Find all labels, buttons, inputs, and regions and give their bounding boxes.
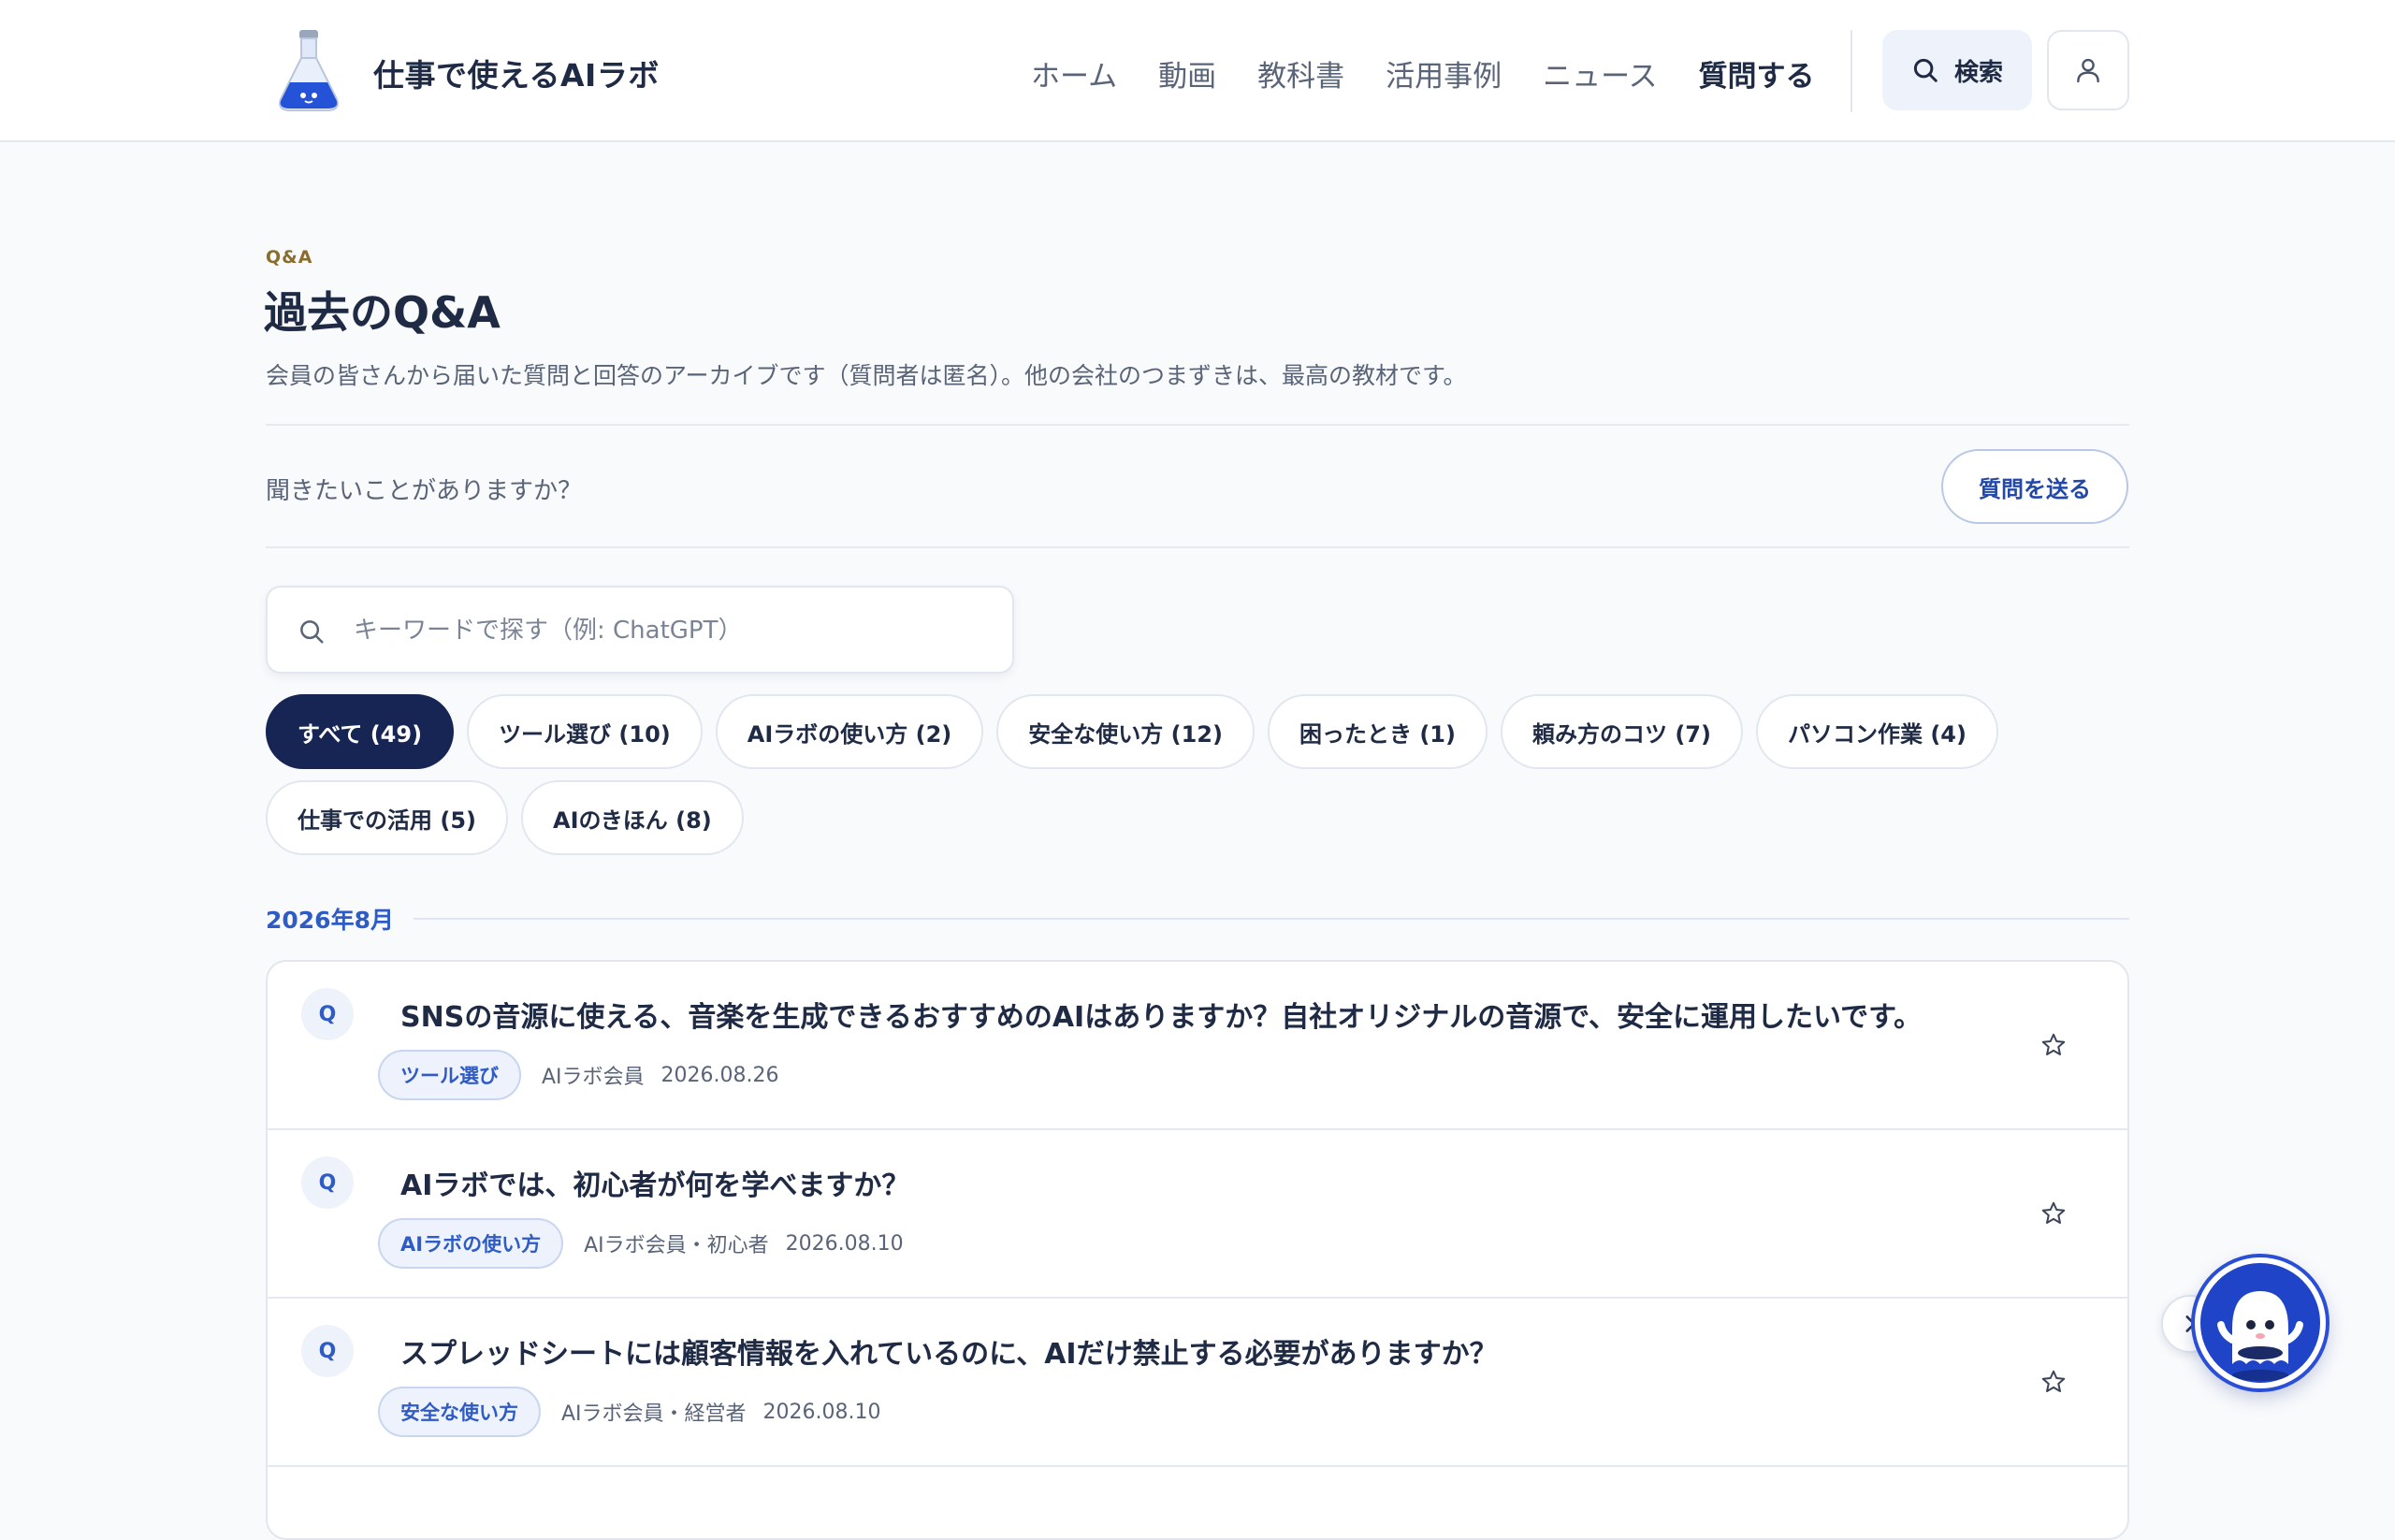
question-badge: Q bbox=[301, 1156, 354, 1209]
filter-prompt-tips[interactable]: 頼み方のコツ (7) bbox=[1500, 694, 1743, 769]
list-item[interactable]: Q スプレッドシートには顧客情報を入れているのに、AIだけ禁止する必要があります… bbox=[268, 1299, 2127, 1467]
filter-ai-lab-usage[interactable]: AIラボの使い方 (2) bbox=[715, 694, 984, 769]
list-item[interactable]: Q AIラボでは、初心者が何を学べますか？ AIラボの使い方 AIラボ会員・初心… bbox=[268, 1130, 2127, 1299]
header-divider bbox=[1851, 30, 1852, 112]
nav-news[interactable]: ニュース bbox=[1543, 52, 1657, 94]
question-date: 2026.08.10 bbox=[785, 1231, 904, 1256]
star-icon[interactable] bbox=[2039, 1199, 2068, 1228]
filter-ai-basics[interactable]: AIのきほん (8) bbox=[521, 780, 744, 855]
divider bbox=[266, 424, 2129, 426]
main-nav: ホーム 動画 教科書 活用事例 ニュース 質問する bbox=[1031, 52, 1815, 94]
user-icon bbox=[2077, 58, 2099, 83]
search-icon bbox=[1913, 58, 1938, 82]
question-tag[interactable]: 安全な使い方 bbox=[378, 1387, 541, 1437]
category-filters: すべて (49) ツール選び (10) AIラボの使い方 (2) 安全な使い方 … bbox=[266, 694, 2137, 855]
header-search-button[interactable]: 検索 bbox=[1882, 30, 2032, 110]
question-author: AIラボ会員・初心者 bbox=[584, 1234, 769, 1257]
page-description: 会員の皆さんから届いた質問と回答のアーカイブです（質問者は匿名）。他の会社のつま… bbox=[266, 362, 1467, 389]
nav-cases[interactable]: 活用事例 bbox=[1386, 52, 1502, 94]
account-button[interactable] bbox=[2047, 30, 2129, 110]
question-title[interactable]: スプレッドシートには顧客情報を入れているのに、AIだけ禁止する必要がありますか？ bbox=[400, 1330, 1498, 1372]
question-list: Q SNSの音源に使える、音楽を生成できるおすすめのAIはありますか？自社オリジ… bbox=[266, 960, 2129, 1540]
question-meta: 安全な使い方 AIラボ会員・経営者 2026.08.10 bbox=[378, 1387, 881, 1437]
section-eyebrow: Q&A bbox=[266, 247, 313, 268]
ghost-mascot-icon bbox=[2217, 1291, 2303, 1381]
nav-ask[interactable]: 質問する bbox=[1699, 52, 1815, 94]
star-icon[interactable] bbox=[2039, 1368, 2068, 1396]
question-tag[interactable]: ツール選び bbox=[378, 1050, 521, 1100]
site-header: 仕事で使えるAIラボ ホーム 動画 教科書 活用事例 ニュース 質問する 検索 bbox=[0, 0, 2395, 142]
filter-safe-usage[interactable]: 安全な使い方 (12) bbox=[996, 694, 1255, 769]
filter-troubleshooting[interactable]: 困ったとき (1) bbox=[1267, 694, 1488, 769]
question-meta: ツール選び AIラボ会員 2026.08.26 bbox=[378, 1050, 779, 1100]
nav-home[interactable]: ホーム bbox=[1031, 52, 1117, 94]
question-date: 2026.08.26 bbox=[660, 1063, 779, 1087]
question-meta: AIラボの使い方 AIラボ会員・初心者 2026.08.10 bbox=[378, 1218, 904, 1269]
keyword-search-input[interactable] bbox=[352, 606, 988, 655]
question-title[interactable]: AIラボでは、初心者が何を学べますか？ bbox=[400, 1162, 909, 1203]
divider bbox=[266, 546, 2129, 548]
ask-prompt: 聞きたいことがありますか？ bbox=[266, 477, 583, 505]
month-divider bbox=[414, 918, 2129, 920]
question-title[interactable]: SNSの音源に使える、音楽を生成できるおすすめのAIはありますか？自社オリジナル… bbox=[400, 994, 1922, 1035]
question-author: AIラボ会員 bbox=[542, 1066, 645, 1089]
filter-pc-work[interactable]: パソコン作業 (4) bbox=[1755, 694, 1998, 769]
question-badge: Q bbox=[301, 1325, 354, 1377]
month-label: 2026年8月 bbox=[266, 907, 394, 934]
filter-work-usage[interactable]: 仕事での活用 (5) bbox=[266, 780, 508, 855]
star-icon[interactable] bbox=[2039, 1031, 2068, 1059]
question-tag[interactable]: AIラボの使い方 bbox=[378, 1218, 564, 1269]
send-question-button[interactable]: 質問を送る bbox=[1941, 449, 2128, 524]
filter-tool-selection[interactable]: ツール選び (10) bbox=[467, 694, 703, 769]
site-brand[interactable]: 仕事で使えるAIラボ bbox=[373, 51, 660, 95]
question-author: AIラボ会員・経営者 bbox=[561, 1402, 747, 1426]
page-title: 過去のQ&A bbox=[264, 287, 501, 338]
question-date: 2026.08.10 bbox=[762, 1400, 881, 1424]
nav-videos[interactable]: 動画 bbox=[1158, 52, 1216, 94]
list-item[interactable]: Q SNSの音源に使える、音楽を生成できるおすすめのAIはありますか？自社オリジ… bbox=[268, 962, 2127, 1130]
nav-textbook[interactable]: 教科書 bbox=[1257, 52, 1344, 94]
search-icon bbox=[300, 620, 324, 644]
filter-all[interactable]: すべて (49) bbox=[266, 694, 455, 769]
assistant-mascot-button[interactable] bbox=[2195, 1257, 2326, 1388]
search-button-label: 検索 bbox=[1953, 58, 2003, 87]
keyword-search bbox=[266, 586, 1014, 674]
flask-logo-icon[interactable] bbox=[271, 28, 346, 114]
question-badge: Q bbox=[301, 988, 354, 1040]
